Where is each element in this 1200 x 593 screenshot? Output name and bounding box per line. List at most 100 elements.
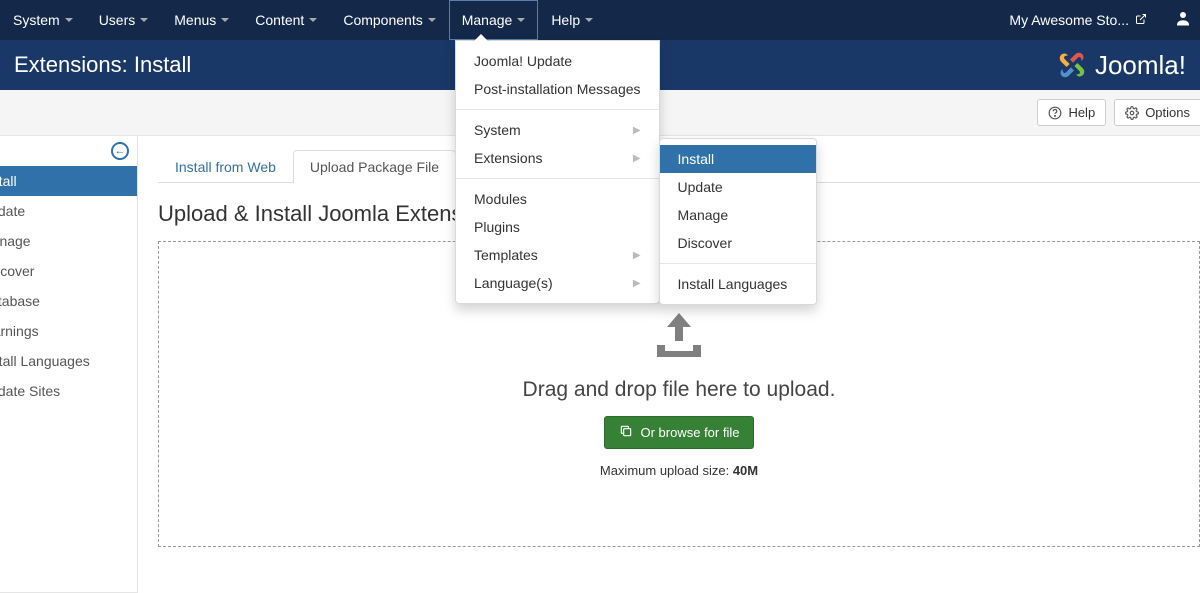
chevron-right-icon: ▶ <box>633 278 641 289</box>
menu-templates[interactable]: Templates▶ <box>456 241 659 269</box>
caret-icon <box>428 18 436 22</box>
help-button-label: Help <box>1068 105 1095 120</box>
manage-dropdown: Joomla! Update Post-installation Message… <box>455 40 660 304</box>
external-link-icon <box>1135 12 1147 28</box>
submenu-update-label: Update <box>678 179 723 195</box>
menu-plugins-label: Plugins <box>474 219 520 235</box>
brand-text: Joomla! <box>1095 50 1186 81</box>
arrow-left-circle-icon[interactable]: ← <box>111 142 129 160</box>
drop-text: Drag and drop file here to upload. <box>523 378 836 402</box>
max-upload-label: Maximum upload size: <box>600 463 733 478</box>
chevron-right-icon: ▶ <box>633 153 641 164</box>
menu-templates-label: Templates <box>474 247 538 263</box>
topnav-right: My Awesome Sto... <box>996 0 1200 40</box>
nav-manage-label: Manage <box>462 12 513 28</box>
browse-file-button[interactable]: Or browse for file <box>604 416 755 449</box>
tab-label: Upload Package File <box>310 159 439 175</box>
submenu-install-languages-label: Install Languages <box>678 276 788 292</box>
sidebar-item-install-languages[interactable]: Install Languages <box>0 346 137 376</box>
sidebar-item-update-sites[interactable]: Update Sites <box>0 376 137 406</box>
nav-menus[interactable]: Menus <box>161 0 242 40</box>
menu-extensions-label: Extensions <box>474 150 542 166</box>
caret-icon <box>221 18 229 22</box>
menu-languages-label: Language(s) <box>474 275 553 291</box>
question-circle-icon <box>1048 106 1062 120</box>
nav-menus-label: Menus <box>174 12 216 28</box>
sidebar-list: Install Update Manage Discover Database … <box>0 166 137 406</box>
sidebar-item-label: Warnings <box>0 323 39 339</box>
dropdown-pointer-icon <box>474 34 488 41</box>
copy-icon <box>619 424 633 441</box>
nav-manage[interactable]: Manage <box>449 0 539 40</box>
sidebar-item-label: Database <box>0 293 40 309</box>
options-button[interactable]: Options <box>1114 99 1200 126</box>
sidebar-item-label: Install Languages <box>0 353 90 369</box>
nav-system[interactable]: System <box>0 0 86 40</box>
sidebar-item-database[interactable]: Database <box>0 286 137 316</box>
sidebar-item-label: Manage <box>0 233 31 249</box>
caret-icon <box>140 18 148 22</box>
menu-system-label: System <box>474 122 521 138</box>
caret-icon <box>585 18 593 22</box>
menu-languages[interactable]: Language(s) ▶ <box>456 269 659 297</box>
top-navigation: System Users Menus Content Components Ma… <box>0 0 1200 40</box>
menu-extensions[interactable]: Extensions ▶ <box>456 144 659 172</box>
sidebar-item-install[interactable]: Install <box>0 166 137 196</box>
joomla-logo-icon <box>1055 48 1089 82</box>
menu-divider <box>660 263 816 264</box>
submenu-discover-label: Discover <box>678 235 732 251</box>
sidebar-item-discover[interactable]: Discover <box>0 256 137 286</box>
menu-joomla-update-label: Joomla! Update <box>474 53 572 69</box>
submenu-install[interactable]: Install <box>660 145 816 173</box>
joomla-logo: Joomla! <box>1055 48 1186 82</box>
submenu-manage-label: Manage <box>678 207 729 223</box>
max-upload-value: 40M <box>733 463 758 478</box>
menu-modules[interactable]: Modules <box>456 185 659 213</box>
nav-components-label: Components <box>343 12 422 28</box>
tab-install-from-web[interactable]: Install from Web <box>158 150 293 183</box>
menu-post-install-label: Post-installation Messages <box>474 81 641 97</box>
nav-users[interactable]: Users <box>86 0 162 40</box>
sidebar-item-label: Discover <box>0 263 34 279</box>
menu-system[interactable]: System ▶ <box>456 116 659 144</box>
caret-icon <box>517 18 525 22</box>
extensions-submenu: Install Update Manage Discover Install L… <box>659 138 817 305</box>
nav-help[interactable]: Help <box>538 0 606 40</box>
menu-divider <box>456 178 659 179</box>
sidebar-item-update[interactable]: Update <box>0 196 137 226</box>
submenu-manage[interactable]: Manage <box>660 201 816 229</box>
tab-upload-package[interactable]: Upload Package File <box>293 150 456 183</box>
max-upload-text: Maximum upload size: 40M <box>600 463 758 478</box>
submenu-install-languages[interactable]: Install Languages <box>660 270 816 298</box>
sidebar-item-label: Install <box>0 173 17 189</box>
page-title: Extensions: Install <box>14 52 191 78</box>
nav-help-label: Help <box>551 12 580 28</box>
sidebar-item-manage[interactable]: Manage <box>0 226 137 256</box>
browse-button-label: Or browse for file <box>641 425 740 440</box>
nav-system-label: System <box>13 12 60 28</box>
nav-users-label: Users <box>99 12 136 28</box>
submenu-install-label: Install <box>678 151 715 167</box>
sidebar-item-warnings[interactable]: Warnings <box>0 316 137 346</box>
submenu-update[interactable]: Update <box>660 173 816 201</box>
user-icon[interactable] <box>1174 9 1192 32</box>
sidebar-collapse: ← <box>0 136 137 166</box>
site-link[interactable]: My Awesome Sto... <box>996 11 1160 29</box>
submenu-discover[interactable]: Discover <box>660 229 816 257</box>
menu-plugins[interactable]: Plugins <box>456 213 659 241</box>
sidebar: ← Install Update Manage Discover Databas… <box>0 136 138 593</box>
menu-modules-label: Modules <box>474 191 527 207</box>
menu-joomla-update[interactable]: Joomla! Update <box>456 47 659 75</box>
nav-content-label: Content <box>255 12 304 28</box>
gear-icon <box>1125 106 1139 120</box>
chevron-right-icon: ▶ <box>633 125 641 136</box>
nav-content[interactable]: Content <box>242 0 330 40</box>
sidebar-item-label: Update Sites <box>0 383 60 399</box>
site-name-label: My Awesome Sto... <box>1009 12 1129 28</box>
caret-icon <box>309 18 317 22</box>
tab-label: Install from Web <box>175 159 276 175</box>
help-button[interactable]: Help <box>1037 99 1106 126</box>
upload-icon <box>653 311 705 364</box>
menu-post-install[interactable]: Post-installation Messages <box>456 75 659 103</box>
nav-components[interactable]: Components <box>330 0 448 40</box>
